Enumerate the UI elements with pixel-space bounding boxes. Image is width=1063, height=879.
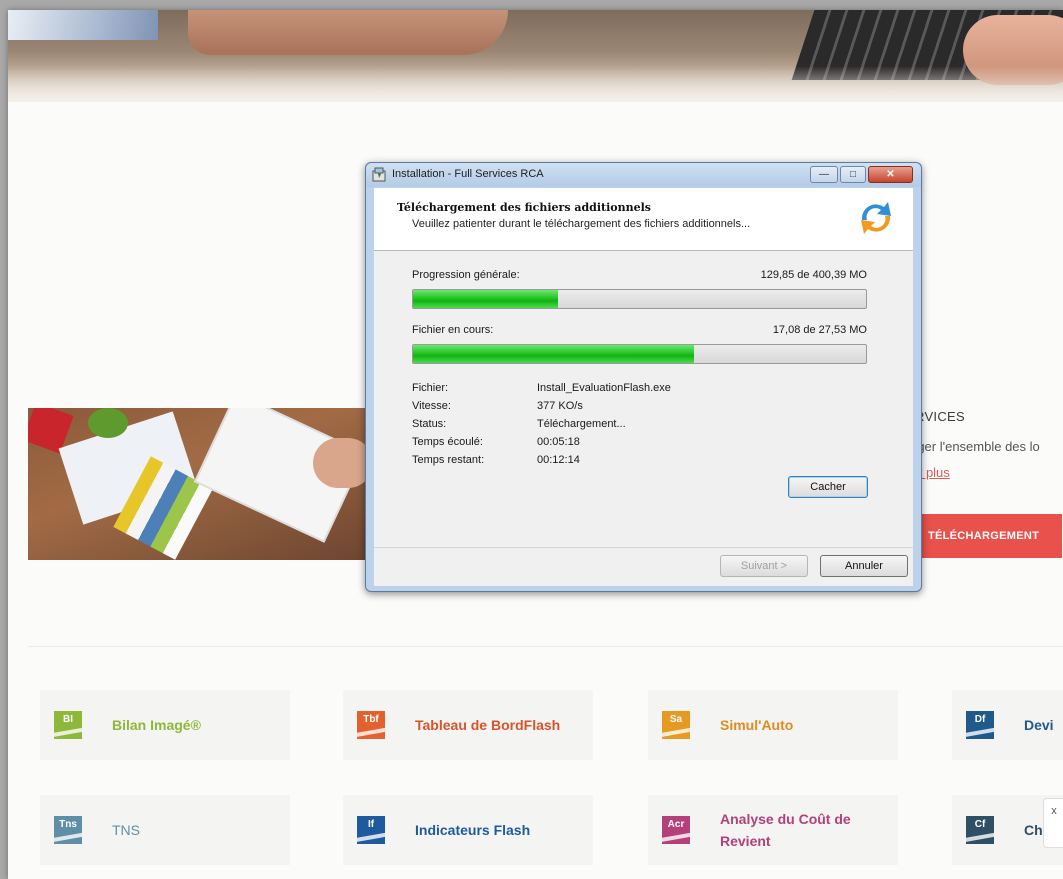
product-abbreviation: Tns xyxy=(59,819,77,830)
product-abbreviation: Sa xyxy=(669,714,683,725)
product-logo-icon: Sa xyxy=(662,711,690,739)
minimize-button[interactable]: — xyxy=(810,166,838,183)
product-name-link[interactable]: Ch xyxy=(1024,822,1043,838)
product-tile[interactable]: Tns TNS xyxy=(40,795,290,865)
product-logo-icon: If xyxy=(357,816,385,844)
product-tile[interactable]: Df Devi xyxy=(952,690,1063,760)
installer-dialog: Installation - Full Services RCA — □ ✕ T… xyxy=(365,162,922,592)
detail-label: Temps écoulé: xyxy=(412,436,483,448)
overall-progress-value: 129,85 de 400,39 MO xyxy=(760,269,867,281)
detail-label: Temps restant: xyxy=(412,454,485,466)
product-name-link[interactable]: TNS xyxy=(112,822,140,838)
maximize-button[interactable]: □ xyxy=(840,166,866,183)
product-abbreviation: BI xyxy=(63,714,73,725)
detail-value: Téléchargement... xyxy=(537,418,626,430)
detail-label: Fichier: xyxy=(412,382,449,394)
minimize-icon: — xyxy=(819,169,829,180)
dialog-title: Installation - Full Services RCA xyxy=(392,168,544,180)
detail-value: 00:05:18 xyxy=(537,436,580,448)
dialog-subheading: Veuillez patienter durant le téléchargem… xyxy=(412,218,751,230)
product-abbreviation: Acr xyxy=(667,819,685,830)
current-file-progress-bar xyxy=(412,344,867,364)
product-logo-icon: Tbf xyxy=(357,711,385,739)
chat-widget-tab[interactable]: x xyxy=(1043,798,1063,848)
detail-value: 00:12:14 xyxy=(537,454,580,466)
product-logo-icon: BI xyxy=(54,711,82,739)
overall-progress-bar xyxy=(412,289,867,309)
dialog-heading: Téléchargement des fichiers additionnels xyxy=(397,201,652,214)
product-logo-icon: Cf xyxy=(966,816,994,844)
chat-close-icon[interactable]: x xyxy=(1051,805,1057,817)
product-tile[interactable]: Sa Simul'Auto xyxy=(648,690,898,760)
dialog-titlebar[interactable]: Installation - Full Services RCA — □ ✕ xyxy=(366,163,921,187)
product-tile[interactable]: Tbf Tableau de BordFlash xyxy=(343,690,593,760)
dialog-footer: Suivant > Annuler xyxy=(374,547,913,586)
product-name-link[interactable]: Indicateurs Flash xyxy=(415,822,530,838)
service-description: rger l'ensemble des lo xyxy=(913,439,1040,454)
product-name-link[interactable]: Tableau de BordFlash xyxy=(415,717,560,733)
product-name-link[interactable]: Analyse du Coût de Revient xyxy=(720,808,870,852)
product-abbreviation: If xyxy=(367,819,375,830)
product-tile[interactable]: BI Bilan Imagé® xyxy=(40,690,290,760)
product-logo-icon: Acr xyxy=(662,816,690,844)
product-logo-icon: Df xyxy=(966,711,994,739)
detail-value: 377 KO/s xyxy=(537,400,583,412)
product-tile[interactable]: If Indicateurs Flash xyxy=(343,795,593,865)
product-abbreviation: Df xyxy=(974,714,986,725)
desk-photo xyxy=(28,408,388,560)
close-icon: ✕ xyxy=(886,169,895,180)
section-divider xyxy=(28,646,1063,647)
detail-label: Status: xyxy=(412,418,447,430)
sync-arrows-icon xyxy=(861,202,891,234)
read-more-link[interactable]: r plus xyxy=(918,465,950,480)
detail-value: Install_EvaluationFlash.exe xyxy=(537,382,671,394)
installer-app-icon xyxy=(372,167,386,182)
overall-progress-label: Progression générale: xyxy=(412,269,520,281)
product-abbreviation: Cf xyxy=(974,819,986,830)
product-name-link[interactable]: Devi xyxy=(1024,717,1054,733)
product-tile[interactable]: Acr Analyse du Coût de Revient xyxy=(648,795,898,865)
current-file-label: Fichier en cours: xyxy=(412,324,494,336)
cancel-button[interactable]: Annuler xyxy=(820,555,908,577)
close-button[interactable]: ✕ xyxy=(868,166,913,183)
product-name-link[interactable]: Bilan Imagé® xyxy=(112,717,201,733)
product-name-link[interactable]: Simul'Auto xyxy=(720,717,793,733)
current-file-progress-fill xyxy=(413,345,694,363)
current-file-value: 17,08 de 27,53 MO xyxy=(772,324,867,336)
next-button[interactable]: Suivant > xyxy=(720,555,808,577)
hide-button[interactable]: Cacher xyxy=(788,476,868,498)
hero-banner-image xyxy=(8,10,1063,102)
dialog-body: Progression générale: 129,85 de 400,39 M… xyxy=(374,251,913,547)
product-logo-icon: Tns xyxy=(54,816,82,844)
service-title: RVICES xyxy=(915,409,965,424)
detail-label: Vitesse: xyxy=(412,400,451,412)
maximize-icon: □ xyxy=(849,169,857,180)
overall-progress-fill xyxy=(413,290,558,308)
dialog-header: Téléchargement des fichiers additionnels… xyxy=(374,188,913,251)
product-abbreviation: Tbf xyxy=(363,714,379,725)
download-button[interactable]: TÉLÉCHARGEMENT xyxy=(920,514,1062,558)
